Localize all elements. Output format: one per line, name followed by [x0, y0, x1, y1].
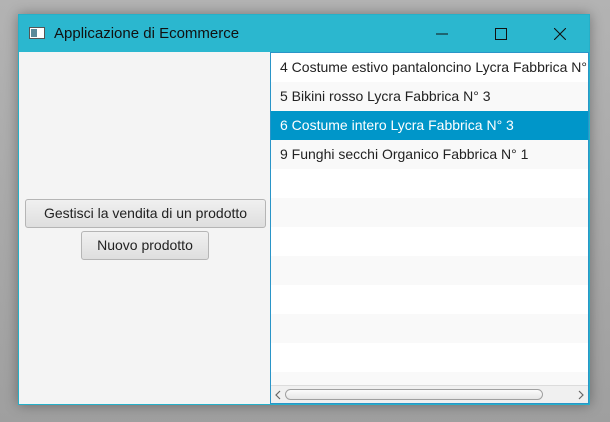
product-list[interactable]: 4 Costume estivo pantaloncino Lycra Fabb…	[270, 52, 589, 404]
left-panel: Gestisci la vendita di un prodotto Nuovo…	[19, 52, 270, 404]
app-window: Applicazione di Ecommerce Gestisci la ve…	[18, 14, 590, 405]
list-item[interactable]: 5 Bikini rosso Lycra Fabbrica N° 3	[271, 82, 588, 111]
scrollbar-thumb[interactable]	[285, 389, 543, 400]
empty-row	[271, 198, 588, 227]
manage-sale-button[interactable]: Gestisci la vendita di un prodotto	[25, 199, 266, 228]
product-list-rows: 4 Costume estivo pantaloncino Lycra Fabb…	[271, 53, 588, 385]
empty-row	[271, 314, 588, 343]
empty-row	[271, 285, 588, 314]
maximize-icon	[495, 27, 507, 40]
minimize-icon	[436, 33, 448, 34]
empty-row	[271, 256, 588, 285]
app-window-icon	[29, 27, 45, 39]
empty-row	[271, 372, 588, 385]
chevron-left-icon[interactable]	[273, 389, 283, 401]
horizontal-scrollbar[interactable]	[271, 385, 588, 403]
new-product-button[interactable]: Nuovo prodotto	[81, 231, 209, 260]
empty-row	[271, 343, 588, 372]
window-content: Gestisci la vendita di un prodotto Nuovo…	[19, 52, 589, 404]
maximize-button[interactable]	[478, 15, 524, 52]
chevron-right-icon[interactable]	[576, 389, 586, 401]
empty-row	[271, 227, 588, 256]
title-bar[interactable]: Applicazione di Ecommerce	[19, 15, 589, 52]
minimize-button[interactable]	[419, 15, 465, 52]
close-button[interactable]	[537, 15, 583, 52]
close-icon	[554, 27, 566, 40]
empty-row	[271, 169, 588, 198]
desktop: Applicazione di Ecommerce Gestisci la ve…	[0, 0, 610, 422]
list-item[interactable]: 4 Costume estivo pantaloncino Lycra Fabb…	[271, 53, 588, 82]
list-item[interactable]: 9 Funghi secchi Organico Fabbrica N° 1	[271, 140, 588, 169]
list-item-selected[interactable]: 6 Costume intero Lycra Fabbrica N° 3	[271, 111, 588, 140]
window-title: Applicazione di Ecommerce	[54, 25, 240, 42]
